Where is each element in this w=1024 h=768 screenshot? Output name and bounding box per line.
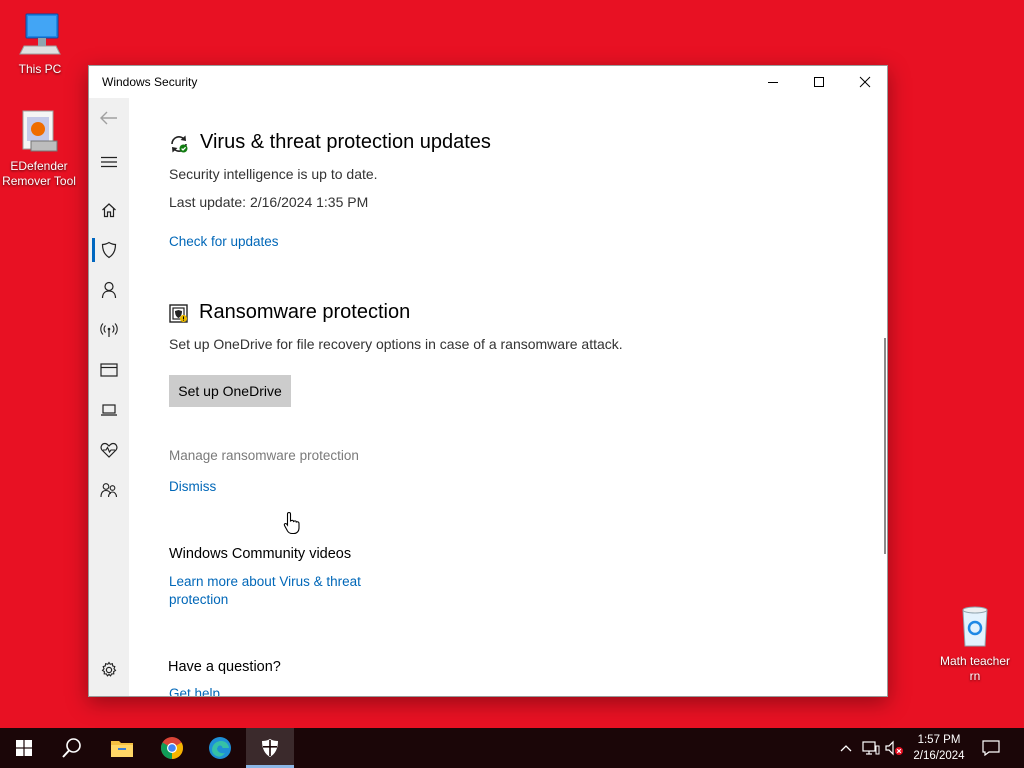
taskbar-edge[interactable]	[196, 728, 244, 768]
desktop-icon-this-pc[interactable]: This PC	[0, 10, 80, 77]
security-shield-icon	[262, 739, 278, 757]
start-button[interactable]	[0, 728, 48, 768]
title-bar[interactable]: Windows Security	[89, 66, 887, 98]
home-icon	[102, 203, 116, 218]
hamburger-menu-icon	[101, 156, 117, 168]
navigation-sidebar	[89, 98, 129, 696]
nav-settings[interactable]	[89, 650, 129, 690]
show-hidden-icons-button[interactable]	[838, 738, 854, 758]
person-icon	[101, 281, 117, 299]
ransomware-description: Set up OneDrive for file recovery option…	[169, 336, 623, 352]
maximize-icon	[814, 77, 824, 87]
have-a-question-heading: Have a question?	[168, 659, 281, 675]
community-videos-heading: Windows Community videos	[169, 546, 352, 562]
vertical-scrollbar[interactable]	[884, 338, 886, 554]
maximize-button[interactable]	[796, 66, 842, 98]
chrome-icon	[161, 737, 183, 759]
gear-icon	[101, 661, 117, 677]
updates-heading: Virus & threat protection updates	[200, 131, 491, 153]
back-arrow-icon	[100, 111, 117, 125]
nav-account-protection[interactable]	[89, 270, 129, 310]
this-pc-icon	[16, 10, 64, 58]
this-pc-label: This PC	[18, 62, 62, 76]
windows-security-window: Windows Security Virus & threat protecti…	[88, 65, 888, 697]
browser-window-icon	[100, 363, 118, 377]
set-up-onedrive-button[interactable]: Set up OneDrive	[169, 375, 291, 407]
nav-app-browser-control[interactable]	[89, 350, 129, 390]
updates-status-text: Security intelligence is up to date.	[169, 166, 378, 182]
recycle-bin-label: Math teacher rn	[939, 654, 1011, 683]
nav-firewall-network[interactable]	[89, 310, 129, 350]
desktop-icon-edefender[interactable]: EDefender Remover Tool	[0, 107, 79, 189]
speaker-muted-icon	[885, 740, 903, 756]
network-status[interactable]	[861, 738, 881, 758]
taskbar-clock[interactable]: 1:57 PM 2/16/2024	[906, 732, 972, 764]
nav-device-performance-health[interactable]	[89, 430, 129, 470]
last-update-text: Last update: 2/16/2024 1:35 PM	[169, 194, 369, 210]
check-for-updates-link[interactable]: Check for updates	[169, 234, 279, 249]
edefender-app-icon	[15, 107, 63, 155]
clock-date: 2/16/2024	[913, 750, 965, 762]
hand-cursor-icon	[283, 511, 301, 540]
wireless-antenna-icon	[100, 323, 118, 337]
close-icon	[859, 76, 871, 88]
taskbar: 1:57 PM 2/16/2024	[0, 728, 1024, 768]
close-button[interactable]	[842, 66, 887, 98]
network-icon	[862, 741, 880, 755]
manage-ransomware-protection-link[interactable]: Manage ransomware protection	[169, 448, 359, 463]
nav-home[interactable]	[89, 190, 129, 230]
ransomware-folder-shield-icon	[169, 304, 189, 329]
heart-pulse-icon	[100, 442, 118, 458]
taskbar-file-explorer[interactable]	[98, 728, 146, 768]
desktop-icon-recycle-bin[interactable]: Math teacher rn	[935, 602, 1015, 684]
edefender-label: EDefender Remover Tool	[2, 159, 76, 188]
search-button[interactable]	[48, 728, 96, 768]
chevron-up-icon	[840, 745, 852, 752]
learn-more-link-line1[interactable]: Learn more about Virus & threat	[169, 574, 361, 589]
dismiss-link[interactable]: Dismiss	[169, 479, 216, 494]
taskbar-chrome[interactable]	[148, 728, 196, 768]
taskbar-windows-security[interactable]	[246, 728, 294, 768]
search-icon	[62, 738, 81, 758]
learn-more-link-line2[interactable]: protection	[169, 592, 228, 607]
main-content: Virus & threat protection updates Securi…	[129, 98, 887, 696]
menu-button[interactable]	[89, 142, 129, 182]
window-title: Windows Security	[102, 75, 198, 89]
minimize-button[interactable]	[750, 66, 796, 98]
nav-device-security[interactable]	[89, 390, 129, 430]
get-help-link[interactable]: Get help	[169, 686, 220, 696]
action-center-button[interactable]	[980, 738, 1002, 758]
recycle-bin-icon	[951, 602, 999, 650]
volume-muted[interactable]	[884, 738, 906, 758]
edge-icon	[209, 737, 231, 759]
updates-refresh-icon	[169, 134, 189, 159]
nav-family-options[interactable]	[89, 470, 129, 510]
laptop-icon	[101, 404, 117, 416]
nav-virus-threat-protection[interactable]	[89, 230, 129, 270]
back-button[interactable]	[89, 98, 129, 138]
folder-icon	[111, 741, 133, 757]
notification-icon	[982, 740, 1000, 756]
clock-time: 1:57 PM	[917, 734, 961, 746]
shield-icon	[101, 241, 117, 259]
ransomware-heading: Ransomware protection	[199, 301, 411, 323]
family-icon	[100, 483, 118, 498]
windows-logo-icon	[16, 740, 32, 756]
minimize-icon	[768, 82, 778, 83]
